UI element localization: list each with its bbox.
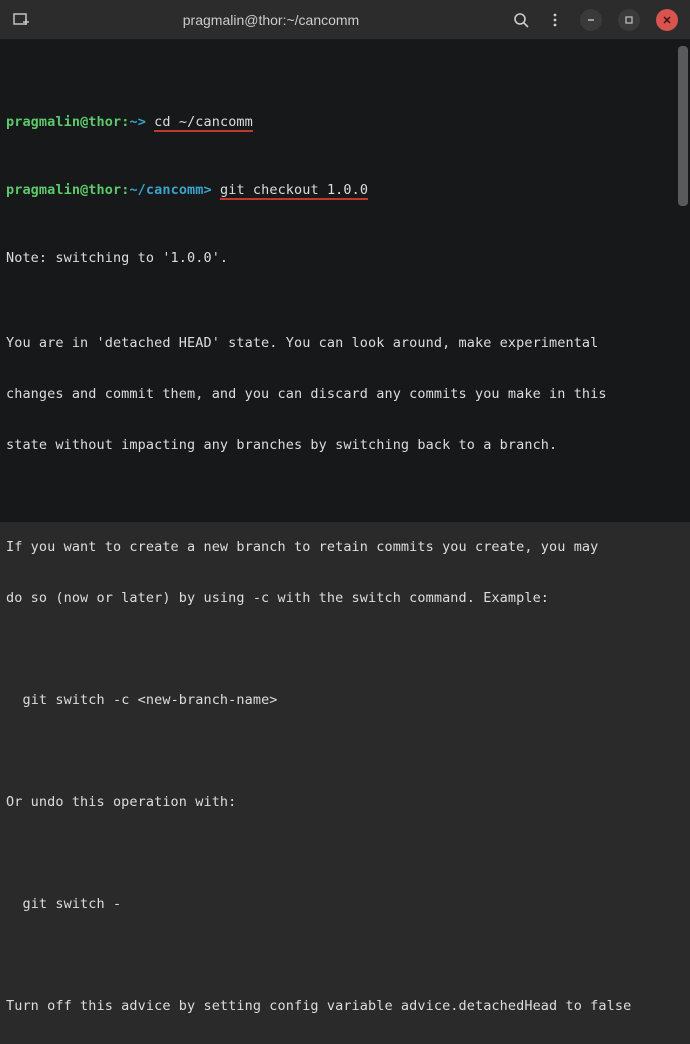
output-undo-label: Or undo this operation with:	[6, 794, 684, 811]
output-newbranch-1: If you want to create a new branch to re…	[6, 539, 684, 556]
output-detached-1: You are in 'detached HEAD' state. You ca…	[6, 335, 684, 352]
prompt-host: thor	[88, 182, 121, 198]
prompt-gt: >	[138, 114, 146, 130]
output-blank	[6, 947, 684, 964]
terminal-area[interactable]: pragmalin@thor:~> cd ~/cancomm pragmalin…	[0, 40, 690, 522]
titlebar-right	[512, 9, 678, 31]
prompt-path-home: ~	[129, 114, 137, 130]
output-detached-3: state without impacting any branches by …	[6, 437, 684, 454]
output-detached-2: changes and commit them, and you can dis…	[6, 386, 684, 403]
prompt-path-cwd: ~/cancomm	[129, 182, 203, 198]
output-blank	[6, 845, 684, 862]
prompt-user: pragmalin	[6, 182, 80, 198]
prompt-user: pragmalin	[6, 114, 80, 130]
maximize-button[interactable]	[618, 9, 640, 31]
output-example: git switch -c <new-branch-name>	[6, 692, 684, 709]
prompt-line-2: pragmalin@thor:~/cancomm> git checkout 1…	[6, 182, 684, 199]
menu-icon[interactable]	[546, 11, 564, 29]
prompt-host: thor	[88, 114, 121, 130]
new-tab-icon[interactable]	[12, 11, 30, 29]
search-icon[interactable]	[512, 11, 530, 29]
output-undo-cmd: git switch -	[6, 896, 684, 913]
cmd-checkout-tag: git checkout 1.0.0	[220, 182, 368, 200]
minimize-button[interactable]	[580, 9, 602, 31]
output-blank	[6, 488, 684, 505]
window-title: pragmalin@thor:~/cancomm	[30, 12, 512, 28]
output-advice: Turn off this advice by setting config v…	[6, 998, 684, 1015]
cmd-cd: cd ~/cancomm	[154, 114, 253, 132]
close-button[interactable]	[656, 9, 678, 31]
prompt-line-1: pragmalin@thor:~> cd ~/cancomm	[6, 114, 684, 131]
output-note: Note: switching to '1.0.0'.	[6, 250, 684, 267]
titlebar-left	[12, 11, 30, 29]
output-blank	[6, 743, 684, 760]
output-blank	[6, 641, 684, 658]
output-newbranch-2: do so (now or later) by using -c with th…	[6, 590, 684, 607]
titlebar: pragmalin@thor:~/cancomm	[0, 0, 690, 40]
prompt-gt: >	[204, 182, 212, 198]
scrollbar-thumb[interactable]	[678, 46, 688, 206]
